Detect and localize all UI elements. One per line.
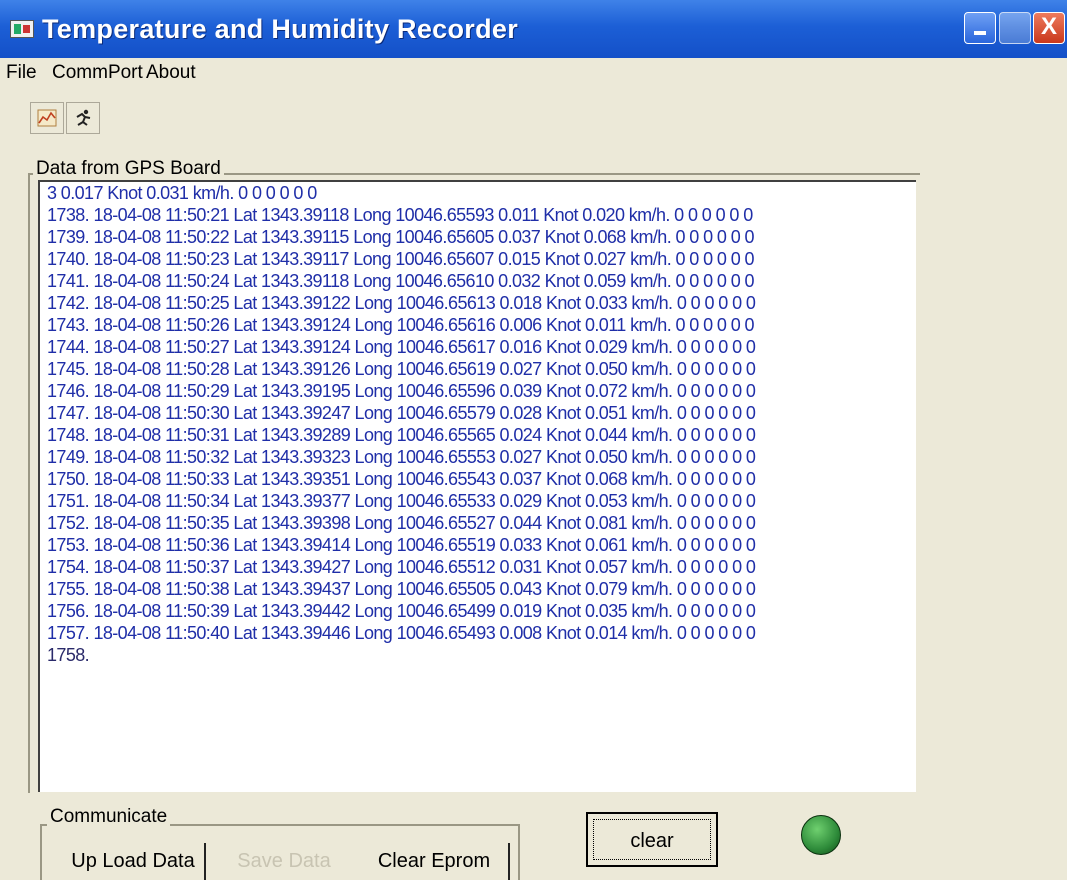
log-line: 1749. 18-04-08 11:50:32 Lat 1343.39323 L… bbox=[47, 447, 756, 467]
communicate-group-frame-right bbox=[518, 824, 520, 880]
gps-data-log[interactable]: 3 0.017 Knot 0.031 km/h. 0 0 0 0 0 0 1738… bbox=[38, 180, 916, 792]
menu-file[interactable]: File bbox=[6, 62, 37, 84]
log-line: 1743. 18-04-08 11:50:26 Lat 1343.39124 L… bbox=[47, 315, 755, 335]
log-line: 1745. 18-04-08 11:50:28 Lat 1343.39126 L… bbox=[47, 359, 756, 379]
runner-button[interactable] bbox=[66, 102, 100, 134]
log-line: 1739. 18-04-08 11:50:22 Lat 1343.39115 L… bbox=[47, 227, 755, 247]
minimize-icon bbox=[974, 31, 986, 35]
log-line: 1756. 18-04-08 11:50:39 Lat 1343.39442 L… bbox=[47, 601, 756, 621]
minimize-button[interactable] bbox=[964, 12, 996, 44]
log-line: 1752. 18-04-08 11:50:35 Lat 1343.39398 L… bbox=[47, 513, 756, 533]
log-line: 1753. 18-04-08 11:50:36 Lat 1343.39414 L… bbox=[47, 535, 756, 555]
gps-group-label: Data from GPS Board bbox=[33, 158, 224, 180]
menu-about[interactable]: About bbox=[146, 62, 196, 84]
log-line: 1747. 18-04-08 11:50:30 Lat 1343.39247 L… bbox=[47, 403, 756, 423]
gps-group-frame-left bbox=[28, 173, 30, 793]
clear-button-label: clear bbox=[593, 819, 711, 860]
log-line: 1755. 18-04-08 11:50:38 Lat 1343.39437 L… bbox=[47, 579, 756, 599]
close-button[interactable]: X bbox=[1033, 12, 1065, 44]
log-line: 3 0.017 Knot 0.031 km/h. 0 0 0 0 0 0 bbox=[47, 183, 317, 203]
chart-icon bbox=[37, 109, 57, 127]
log-line: 1741. 18-04-08 11:50:24 Lat 1343.39118 L… bbox=[47, 271, 755, 291]
clear-button[interactable]: clear bbox=[586, 812, 718, 867]
communicate-group-frame-left bbox=[40, 824, 42, 880]
menu-commport[interactable]: CommPort bbox=[52, 62, 143, 84]
close-icon: X bbox=[1040, 13, 1057, 40]
clear-eprom-button[interactable]: Clear Eprom bbox=[360, 843, 510, 880]
maximize-button bbox=[999, 12, 1031, 44]
title-bar: Temperature and Humidity Recorder X bbox=[0, 0, 1067, 58]
save-data-button: Save Data bbox=[210, 843, 358, 880]
log-line: 1740. 18-04-08 11:50:23 Lat 1343.39117 L… bbox=[47, 249, 755, 269]
window-title: Temperature and Humidity Recorder bbox=[42, 14, 519, 44]
log-line: 1751. 18-04-08 11:50:34 Lat 1343.39377 L… bbox=[47, 491, 756, 511]
log-line: 1758. bbox=[47, 645, 90, 665]
log-line: 1742. 18-04-08 11:50:25 Lat 1343.39122 L… bbox=[47, 293, 756, 313]
chart-button[interactable] bbox=[30, 102, 64, 134]
log-line: 1754. 18-04-08 11:50:37 Lat 1343.39427 L… bbox=[47, 557, 756, 577]
runner-icon bbox=[76, 109, 91, 126]
status-led-icon bbox=[801, 815, 841, 855]
gps-log-content: 3 0.017 Knot 0.031 km/h. 0 0 0 0 0 0 1738… bbox=[40, 182, 916, 666]
communicate-group-label: Communicate bbox=[47, 806, 171, 828]
log-line: 1744. 18-04-08 11:50:27 Lat 1343.39124 L… bbox=[47, 337, 756, 357]
app-icon[interactable] bbox=[10, 20, 34, 38]
log-line: 1748. 18-04-08 11:50:31 Lat 1343.39289 L… bbox=[47, 425, 756, 445]
log-line: 1750. 18-04-08 11:50:33 Lat 1343.39351 L… bbox=[47, 469, 756, 489]
log-line: 1738. 18-04-08 11:50:21 Lat 1343.39118 L… bbox=[47, 205, 753, 225]
log-line: 1757. 18-04-08 11:50:40 Lat 1343.39446 L… bbox=[47, 623, 756, 643]
upload-data-button[interactable]: Up Load Data bbox=[62, 843, 206, 880]
log-line: 1746. 18-04-08 11:50:29 Lat 1343.39195 L… bbox=[47, 381, 756, 401]
